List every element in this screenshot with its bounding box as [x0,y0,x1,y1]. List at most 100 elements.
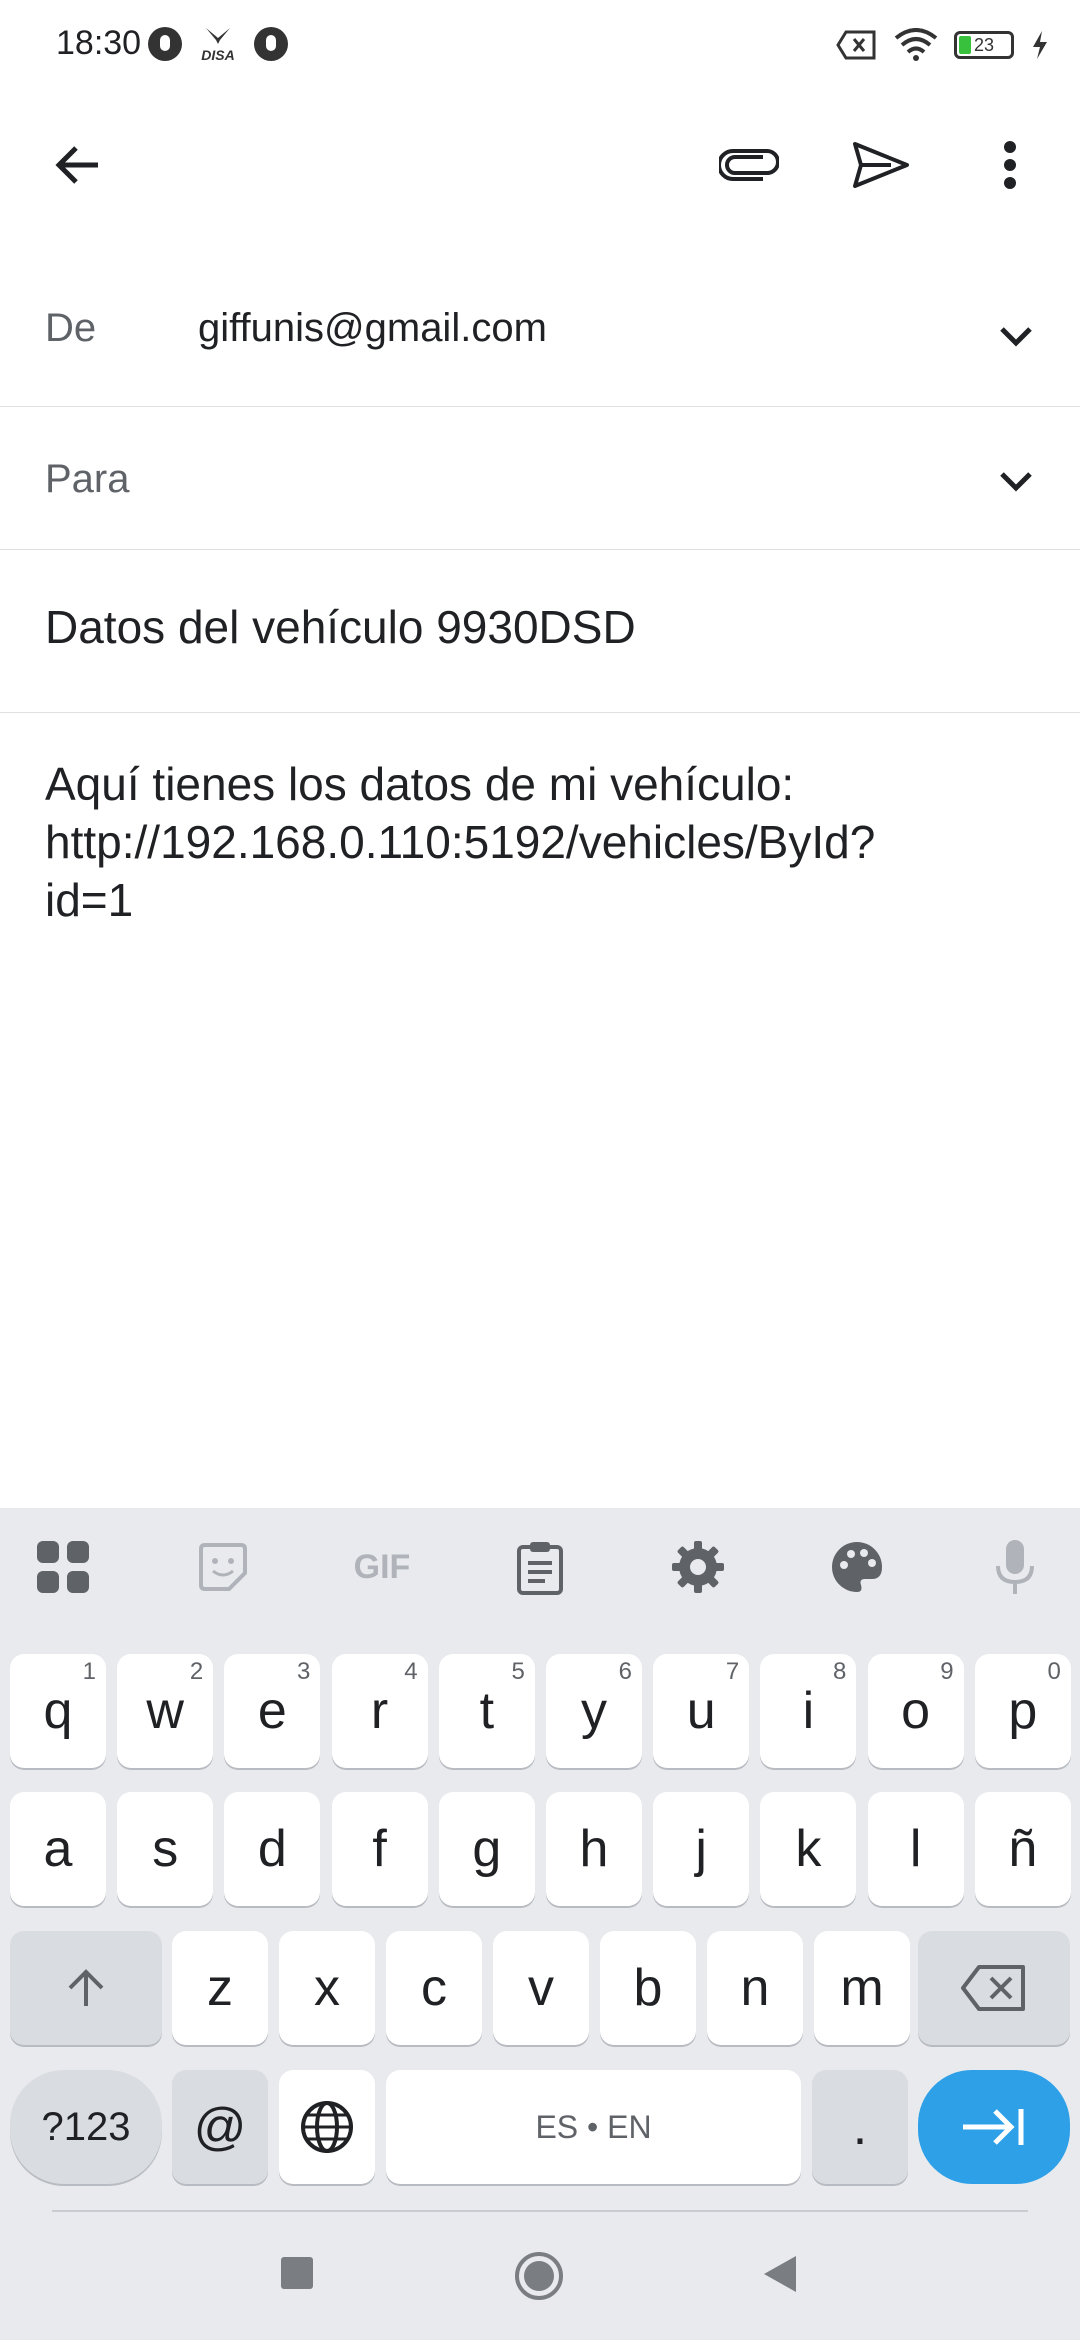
microphone-icon [996,1540,1034,1594]
key-x[interactable]: x [279,1931,375,2045]
key-n[interactable]: n [707,1931,803,2045]
key-label: f [372,1820,387,1878]
period-key[interactable]: . [812,2070,908,2184]
language-key[interactable] [279,2070,375,2184]
key-j[interactable]: j [653,1792,750,1906]
clipboard-button[interactable] [505,1532,575,1602]
key-o[interactable]: o9 [867,1654,964,1768]
voice-input-button[interactable] [980,1532,1050,1602]
key-b[interactable]: b [600,1931,696,2045]
key-hint: 5 [511,1658,525,1685]
status-system-icons: 23 [836,28,1050,62]
key-f[interactable]: f [331,1792,428,1906]
palette-icon [832,1542,882,1592]
next-field-key[interactable] [918,2070,1070,2184]
key-label: i [802,1682,815,1740]
key-label: w [146,1682,184,1740]
keyboard-settings-button[interactable] [663,1532,733,1602]
subject-input[interactable]: Datos del vehículo 9930DSD [45,600,636,654]
back-triangle-icon[interactable] [762,2254,798,2294]
sticker-icon [199,1543,247,1591]
disa-icon: DISA [200,26,236,62]
paperclip-icon [719,149,779,181]
home-circle-icon[interactable] [513,2250,565,2302]
key-v[interactable]: v [493,1931,589,2045]
key-label: o [901,1682,931,1740]
to-label: Para [45,457,130,501]
keyboard-toolbar: GIF [0,1508,1080,1626]
backspace-key[interactable] [918,1931,1070,2045]
key-w[interactable]: w2 [117,1654,214,1768]
backspace-icon [961,1965,1025,2011]
back-arrow-icon [55,146,98,184]
body-line: id=1 [45,874,134,926]
message-body[interactable]: Aquí tienes los datos de mi vehículo: ht… [45,755,1045,929]
from-label: De [45,306,97,350]
key-a[interactable]: a [10,1792,106,1906]
key-i[interactable]: i8 [760,1654,857,1768]
key-e[interactable]: e3 [224,1654,321,1768]
symbols-key-label: ?123 [41,2104,131,2149]
key-label: x [314,1959,340,2017]
to-field[interactable]: Para [0,407,1080,550]
key-k[interactable]: k [760,1792,857,1906]
battery-icon: 23 [954,31,1014,59]
key-l[interactable]: l [867,1792,964,1906]
chevron-down-icon[interactable] [992,457,1040,505]
attach-button[interactable] [694,110,804,220]
key-c[interactable]: c [386,1931,482,2045]
from-field[interactable]: De giffunis@gmail.com [0,272,1080,407]
shift-arrow-icon [68,1969,104,2006]
key-label: u [686,1682,716,1740]
key-u[interactable]: u7 [653,1654,750,1768]
key-hint: 9 [940,1658,954,1685]
key-g[interactable]: g [438,1792,535,1906]
app-circle-icon [254,27,288,61]
key-p[interactable]: p0 [974,1654,1071,1768]
key-label: y [581,1682,607,1740]
gif-button[interactable]: GIF [345,1532,419,1602]
theme-button[interactable] [822,1532,892,1602]
symbols-key[interactable]: ?123 [10,2070,162,2184]
key-r[interactable]: r4 [331,1654,428,1768]
wifi-icon [894,28,938,61]
shift-key[interactable] [10,1931,162,2045]
send-button[interactable] [826,110,936,220]
key-label: q [43,1682,73,1740]
back-button[interactable] [22,110,132,220]
key-ñ[interactable]: ñ [974,1792,1071,1906]
globe-icon [301,2101,353,2153]
key-label: d [257,1820,287,1878]
key-label: . [852,2098,868,2156]
key-label: m [840,1959,884,2017]
key-label: g [472,1820,502,1878]
from-value[interactable]: giffunis@gmail.com [198,306,547,351]
key-y[interactable]: y6 [546,1654,642,1768]
key-d[interactable]: d [224,1792,321,1906]
key-label: l [909,1820,922,1878]
status-bar: 18:30 DISA 23 [0,0,1080,96]
key-label: @ [193,2098,247,2156]
key-hint: 0 [1047,1658,1061,1685]
compose-toolbar [0,110,1080,220]
recents-square-icon[interactable] [280,2256,314,2290]
key-label: s [152,1820,179,1878]
more-options-button[interactable] [955,110,1065,220]
key-m[interactable]: m [814,1931,910,2045]
key-q[interactable]: q1 [10,1654,106,1768]
key-hint: 2 [189,1658,204,1685]
key-z[interactable]: z [172,1931,268,2045]
key-h[interactable]: h [546,1792,642,1906]
key-label: c [421,1959,447,2017]
space-key[interactable]: ES • EN [386,2070,801,2184]
status-notification-icons: DISA [148,26,288,62]
key-s[interactable]: s [117,1792,214,1906]
key-label: t [479,1682,495,1740]
at-key[interactable]: @ [172,2070,268,2184]
clipboard-icon [517,1542,563,1595]
sticker-button[interactable] [188,1532,258,1602]
apps-grid-button[interactable] [28,1532,98,1602]
key-t[interactable]: t5 [438,1654,535,1768]
key-label: z [207,1959,233,2017]
chevron-down-icon[interactable] [992,312,1040,360]
